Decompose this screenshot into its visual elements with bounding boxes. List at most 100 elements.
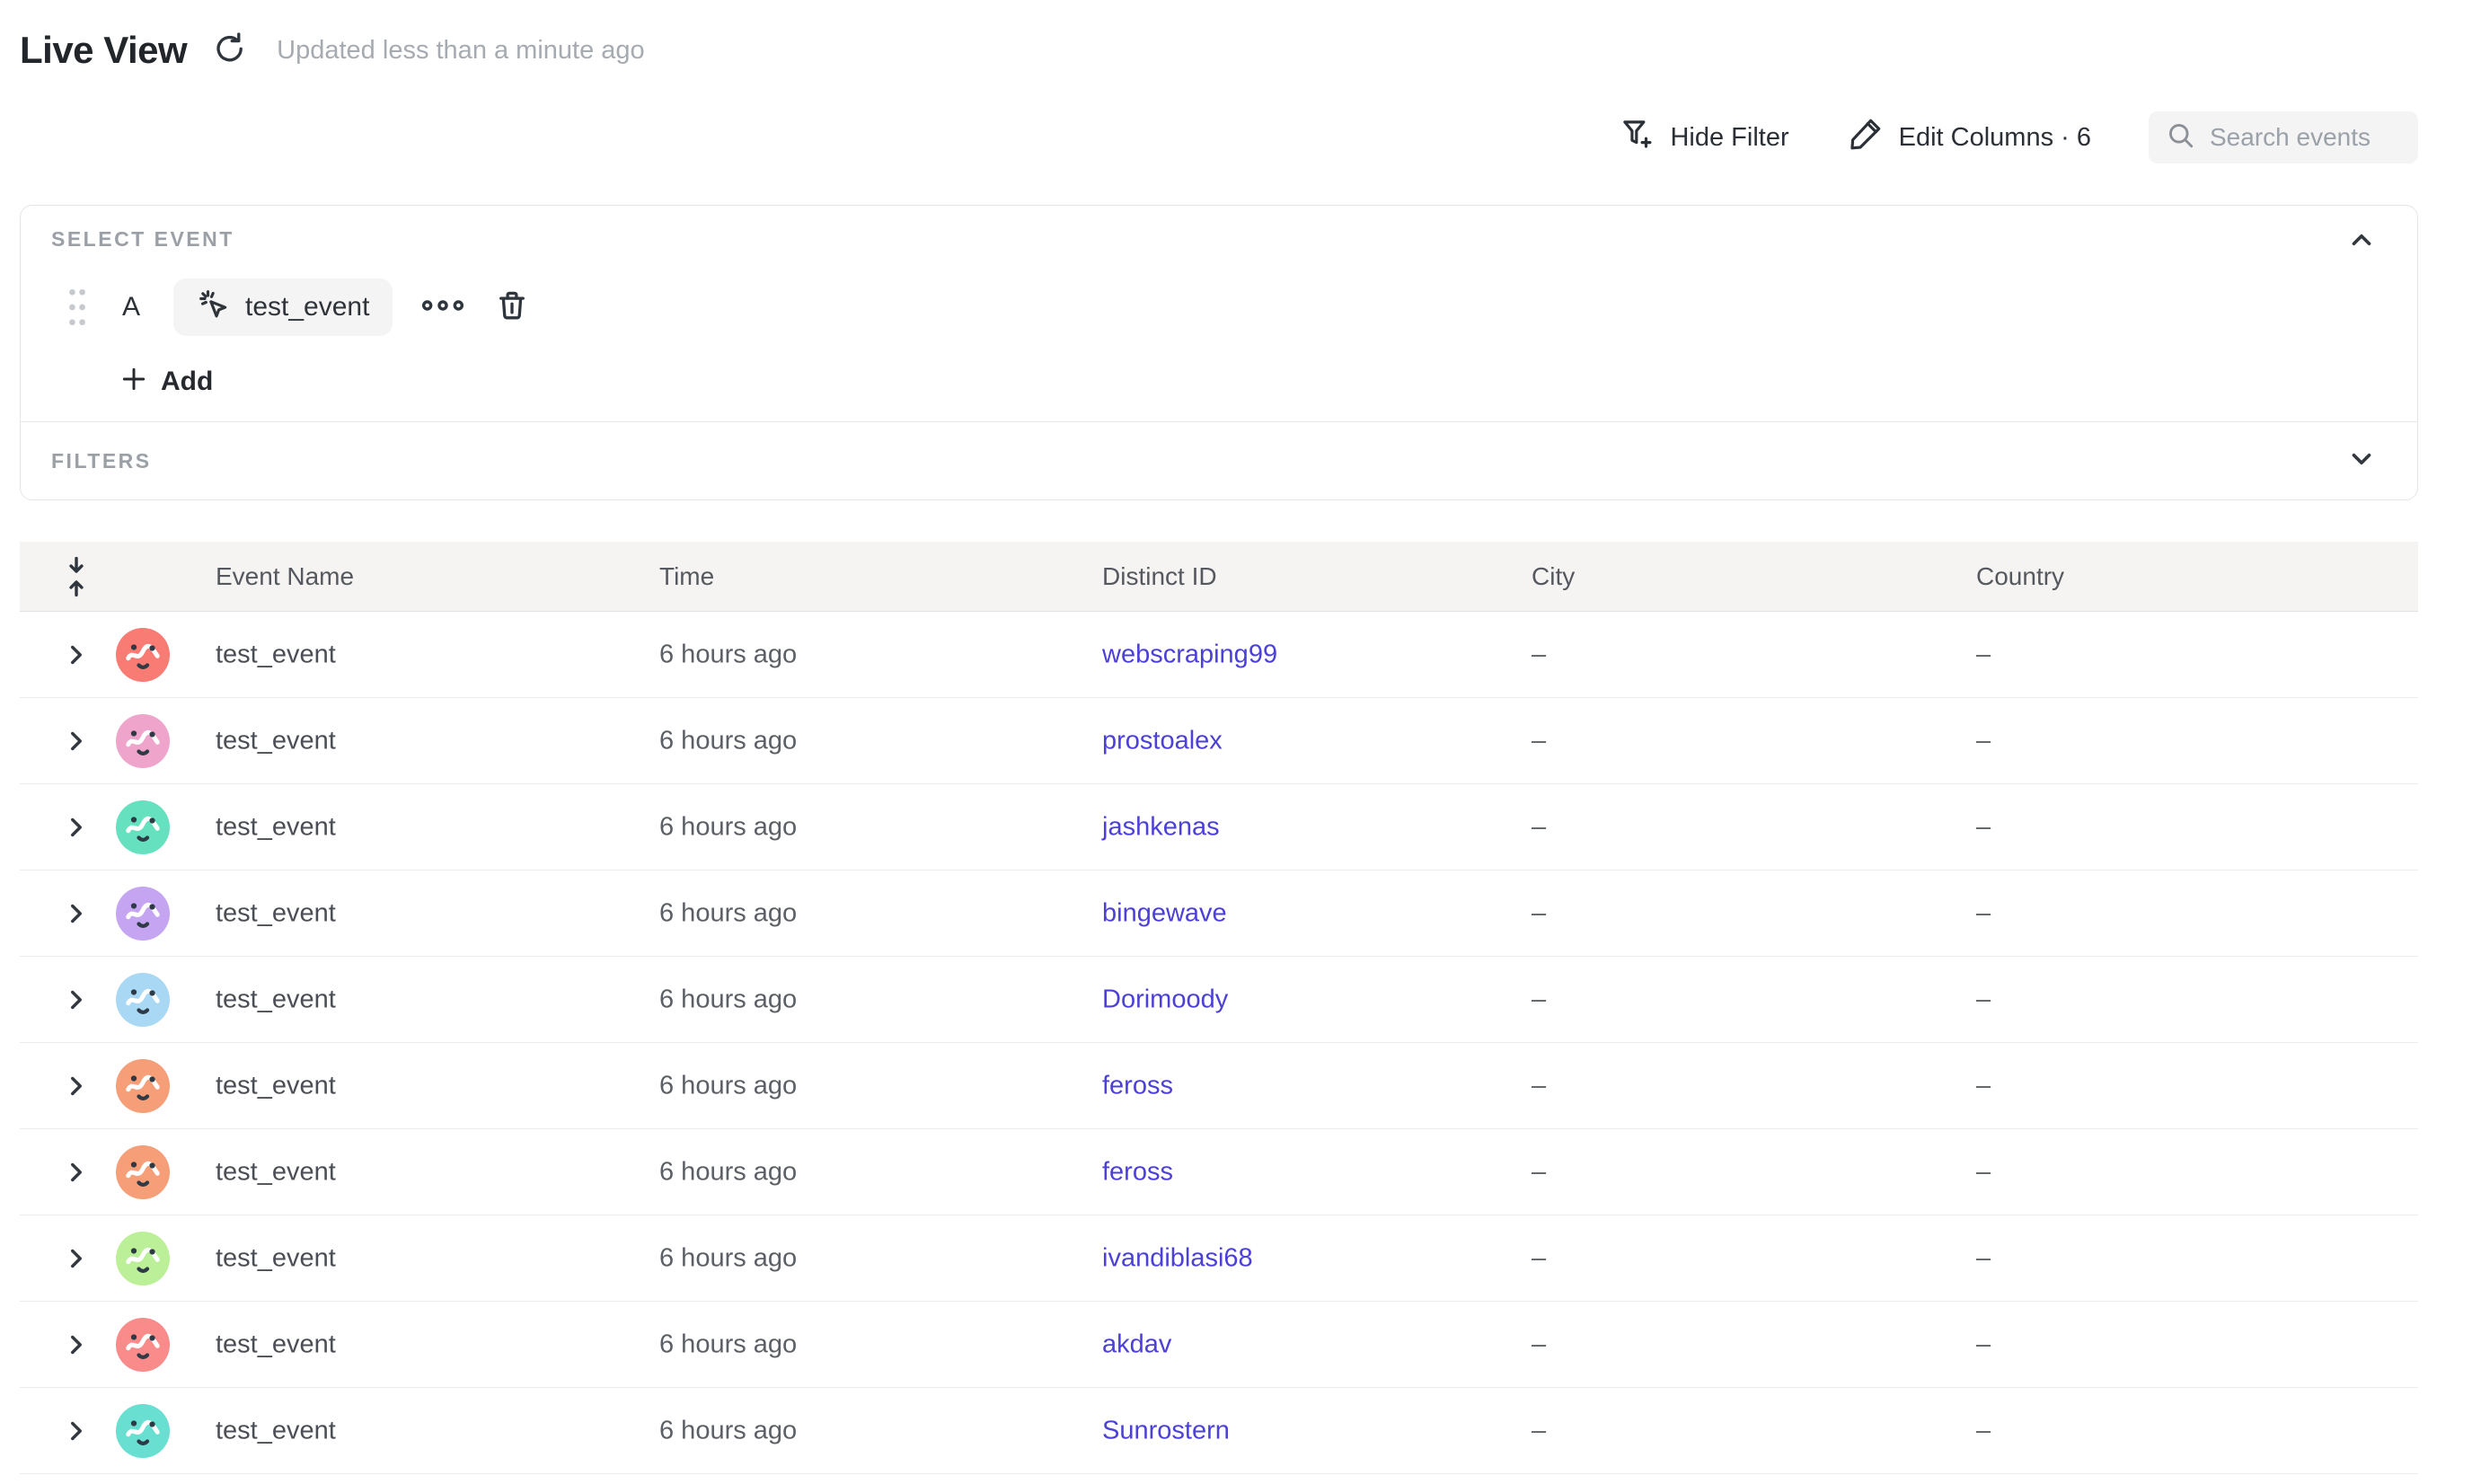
collapse-section-button[interactable] [2345, 225, 2378, 258]
table-body: test_event 6 hours ago webscraping99 – – test… [20, 612, 2418, 1474]
search-box[interactable] [2149, 111, 2418, 163]
drag-handle-icon[interactable] [66, 284, 89, 331]
time-cell: 6 hours ago [659, 1243, 797, 1273]
table-row: test_event6 hours agoSunrostern–– [20, 1388, 2418, 1474]
event-name-cell: test_event [216, 1071, 336, 1100]
country-cell: – [1976, 1329, 1991, 1359]
country-cell: – [1976, 898, 1991, 928]
column-header-country[interactable]: Country [1976, 562, 2064, 591]
pencil-icon [1847, 115, 1885, 160]
edit-columns-button[interactable]: Edit Columns · 6 [1847, 115, 2091, 160]
country-cell: – [1976, 726, 1991, 755]
series-letter: A [118, 292, 145, 322]
table-row: test_event6 hours agoprostoalex–– [20, 698, 2418, 784]
event-query-row: A test_event [66, 278, 2417, 336]
search-icon [2165, 119, 2197, 156]
distinct-id-link[interactable]: jashkenas [1102, 812, 1220, 842]
table-row: test_event6 hours agofeross–– [20, 1129, 2418, 1215]
row-expand-chevron-icon[interactable] [61, 812, 92, 843]
add-button-label: Add [161, 367, 213, 397]
time-cell: 6 hours ago [659, 1071, 797, 1100]
table-row: test_event6 hours agowebscraping99–– [20, 612, 2418, 698]
filters-label: FILTERS [51, 449, 152, 473]
event-selector-chip[interactable]: test_event [173, 278, 393, 336]
event-name-cell: test_event [216, 812, 336, 842]
delete-event-button[interactable] [493, 287, 531, 329]
city-cell: – [1532, 1329, 1546, 1359]
distinct-id-link[interactable]: prostoalex [1102, 726, 1223, 755]
user-avatar [116, 800, 170, 854]
event-options-button[interactable] [421, 296, 464, 319]
country-cell: – [1976, 812, 1991, 842]
table-row: test_event6 hours agojashkenas–– [20, 784, 2418, 870]
event-name-cell: test_event [216, 1157, 336, 1187]
city-cell: – [1532, 812, 1546, 842]
hide-filter-button[interactable]: Hide Filter [1618, 115, 1788, 160]
city-cell: – [1532, 1157, 1546, 1187]
column-header-distinct-id[interactable]: Distinct ID [1102, 562, 1217, 591]
search-input[interactable] [2210, 123, 2402, 152]
event-name-cell: test_event [216, 1243, 336, 1273]
page-header: Live View Updated less than a minute ago [20, 22, 645, 79]
distinct-id-link[interactable]: bingewave [1102, 898, 1227, 928]
funnel-plus-icon [1618, 115, 1655, 160]
distinct-id-link[interactable]: akdav [1102, 1329, 1171, 1359]
row-expand-chevron-icon[interactable] [61, 640, 92, 670]
query-builder-card: SELECT EVENT A [20, 205, 2418, 500]
toolbar: Hide Filter Edit Columns · 6 [1618, 110, 2418, 165]
row-expand-chevron-icon[interactable] [61, 1329, 92, 1360]
event-name-cell: test_event [216, 898, 336, 928]
user-avatar [116, 714, 170, 768]
time-cell: 6 hours ago [659, 898, 797, 928]
plus-icon [119, 365, 148, 398]
distinct-id-link[interactable]: feross [1102, 1071, 1173, 1100]
country-cell: – [1976, 985, 1991, 1014]
distinct-id-link[interactable]: Sunrostern [1102, 1416, 1230, 1445]
row-expand-chevron-icon[interactable] [61, 898, 92, 929]
user-avatar [116, 628, 170, 682]
row-expand-chevron-icon[interactable] [61, 1416, 92, 1446]
refresh-icon [211, 30, 249, 72]
trash-icon [493, 287, 531, 329]
row-expand-chevron-icon[interactable] [61, 1243, 92, 1274]
column-header-event-name[interactable]: Event Name [216, 562, 354, 591]
event-name-cell: test_event [216, 640, 336, 669]
distinct-id-link[interactable]: ivandiblasi68 [1102, 1243, 1253, 1273]
hide-filter-label: Hide Filter [1670, 123, 1788, 153]
row-expand-chevron-icon[interactable] [61, 726, 92, 756]
refresh-button[interactable] [210, 31, 250, 70]
country-cell: – [1976, 640, 1991, 669]
event-name-cell: test_event [216, 726, 336, 755]
chevron-up-icon [2346, 225, 2377, 260]
city-cell: – [1532, 640, 1546, 669]
table-row: test_event6 hours agobingewave–– [20, 870, 2418, 957]
table-row: test_event6 hours agoDorimoody–– [20, 957, 2418, 1043]
user-avatar [116, 1232, 170, 1285]
column-header-time[interactable]: Time [659, 562, 714, 591]
page-title: Live View [20, 29, 187, 72]
edit-columns-label: Edit Columns · 6 [1899, 123, 2091, 153]
user-avatar [116, 1145, 170, 1199]
row-expand-chevron-icon[interactable] [61, 1157, 92, 1188]
table-row: test_event6 hours agofeross–– [20, 1043, 2418, 1129]
distinct-id-link[interactable]: Dorimoody [1102, 985, 1228, 1014]
collapse-all-icon[interactable] [61, 555, 92, 598]
filters-section[interactable]: FILTERS [21, 422, 2417, 499]
user-avatar [116, 1404, 170, 1458]
country-cell: – [1976, 1243, 1991, 1273]
chevron-down-icon [2346, 444, 2377, 479]
add-event-button[interactable]: Add [119, 365, 213, 398]
city-cell: – [1532, 1071, 1546, 1100]
row-expand-chevron-icon[interactable] [61, 1071, 92, 1101]
event-name-cell: test_event [216, 1416, 336, 1445]
distinct-id-link[interactable]: webscraping99 [1102, 640, 1277, 669]
cursor-click-icon [197, 287, 233, 328]
expand-filters-button[interactable] [2345, 445, 2378, 477]
time-cell: 6 hours ago [659, 1416, 797, 1445]
column-header-city[interactable]: City [1532, 562, 1575, 591]
time-cell: 6 hours ago [659, 1157, 797, 1187]
distinct-id-link[interactable]: feross [1102, 1157, 1173, 1187]
row-expand-chevron-icon[interactable] [61, 985, 92, 1015]
city-cell: – [1532, 1416, 1546, 1445]
city-cell: – [1532, 726, 1546, 755]
